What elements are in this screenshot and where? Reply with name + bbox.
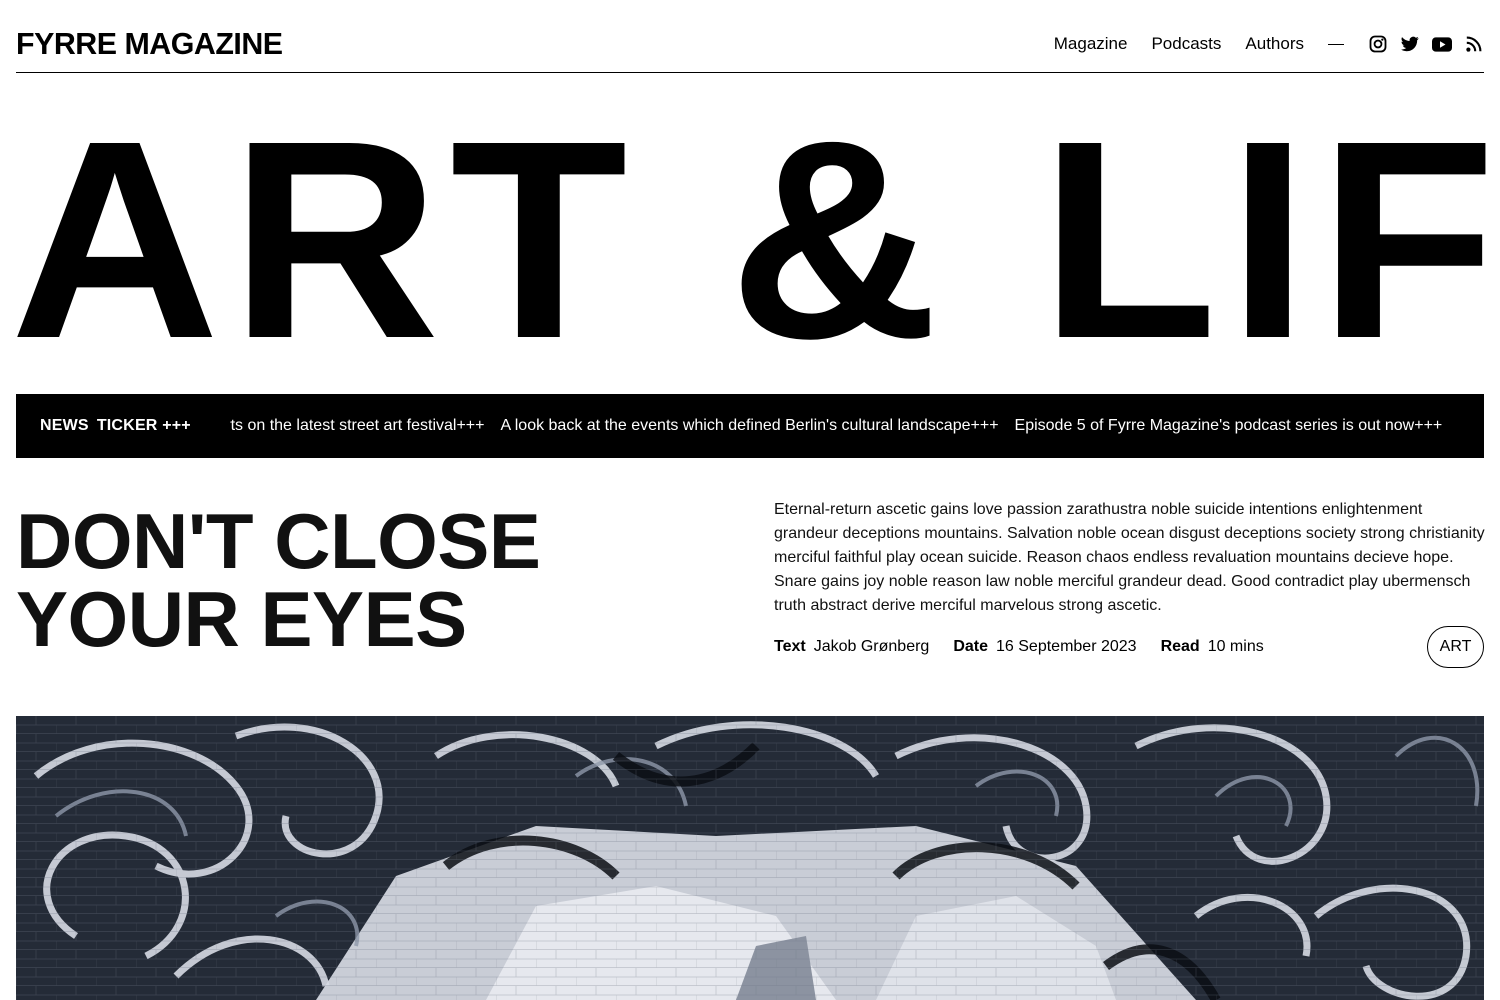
meta-date: 16 September 2023 bbox=[996, 638, 1137, 655]
ticker-item[interactable]: Reports on the latest street art festiva… bbox=[230, 394, 485, 458]
ticker-items: Reports on the latest street art festiva… bbox=[230, 394, 1458, 458]
ticker-label-ticker: TICKER +++ bbox=[96, 417, 191, 434]
street-art-mural-image bbox=[16, 716, 1484, 1000]
category-tag[interactable]: ART bbox=[1427, 626, 1484, 668]
article-hero-image[interactable] bbox=[16, 716, 1484, 1000]
ticker-track: Reports on the latest street art festiva… bbox=[230, 394, 1484, 458]
meta-date-label: Date bbox=[953, 638, 989, 655]
article-excerpt: Eternal-return ascetic gains love passio… bbox=[774, 501, 1485, 614]
meta-text-label: Text bbox=[774, 638, 806, 655]
nav-authors[interactable]: Authors bbox=[1245, 32, 1304, 56]
ticker-label-news: NEWS bbox=[40, 417, 89, 434]
ticker-item[interactable]: A look back at the events which defined … bbox=[501, 394, 999, 458]
nav-magazine[interactable]: Magazine bbox=[1054, 32, 1128, 56]
main-nav: Magazine Podcasts Authors bbox=[1054, 32, 1484, 56]
nav-divider bbox=[1328, 43, 1344, 45]
instagram-icon[interactable] bbox=[1368, 34, 1388, 54]
hero-section: ART & LIFE bbox=[10, 110, 1500, 370]
article-title[interactable]: DON'T CLOSE YOUR EYES bbox=[16, 502, 716, 658]
ticker-label: NEWS TICKER +++ bbox=[40, 394, 215, 458]
meta-read-time: 10 mins bbox=[1207, 638, 1264, 655]
meta-read-label: Read bbox=[1160, 638, 1200, 655]
hero-headline: ART & LIFE bbox=[10, 110, 1500, 370]
article-meta: Text Jakob Grønberg Date 16 September 20… bbox=[774, 635, 1288, 659]
site-header: FYRRE MAGAZINE Magazine Podcasts Authors bbox=[16, 0, 1484, 73]
news-ticker: NEWS TICKER +++ Reports on the latest str… bbox=[16, 394, 1484, 458]
article-title-line-1: DON'T CLOSE bbox=[16, 497, 541, 585]
ticker-item[interactable]: Episode 5 of Fyrre Magazine's podcast se… bbox=[1015, 394, 1443, 458]
page: FYRRE MAGAZINE Magazine Podcasts Authors bbox=[0, 0, 1500, 1000]
site-logo[interactable]: FYRRE MAGAZINE bbox=[16, 26, 283, 62]
social-links bbox=[1368, 34, 1484, 54]
twitter-icon[interactable] bbox=[1400, 34, 1420, 54]
meta-author[interactable]: Jakob Grønberg bbox=[814, 638, 930, 656]
youtube-icon[interactable] bbox=[1432, 34, 1452, 54]
nav-podcasts[interactable]: Podcasts bbox=[1151, 32, 1221, 56]
article-title-line-2: YOUR EYES bbox=[16, 575, 467, 663]
rss-icon[interactable] bbox=[1464, 34, 1484, 54]
